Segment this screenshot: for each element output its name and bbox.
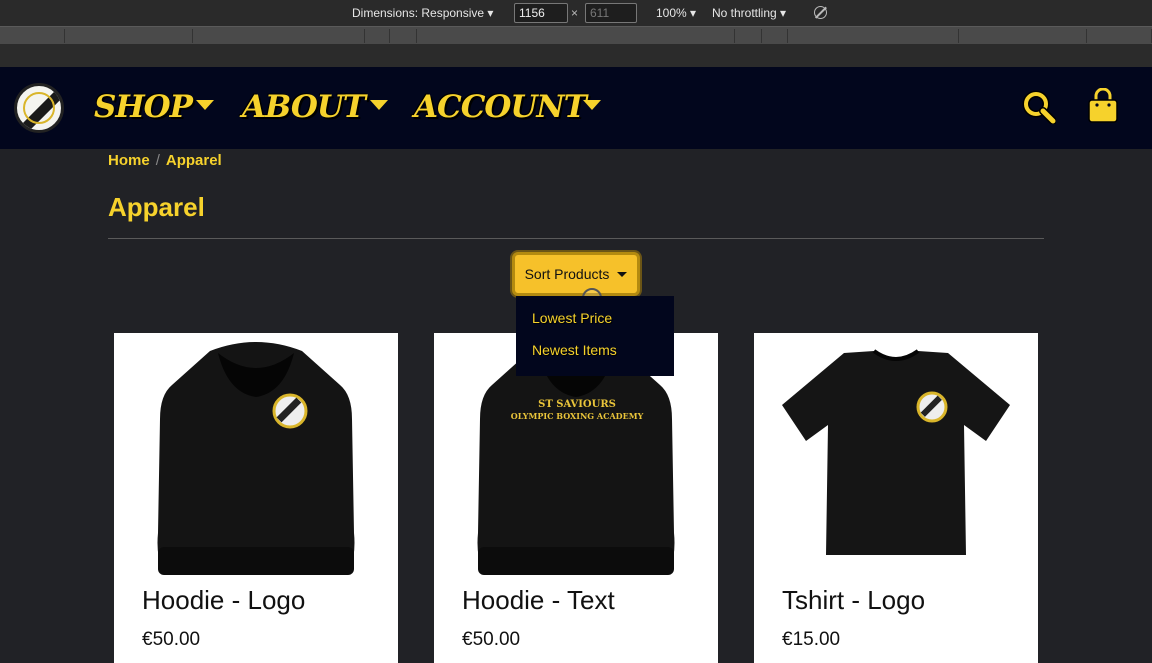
- title-divider: [108, 238, 1044, 239]
- nav-account[interactable]: ACCOUNT: [414, 89, 587, 125]
- print-line2: OLYMPIC BOXING ACADEMY: [511, 411, 644, 421]
- media-query-ruler: [0, 26, 1152, 44]
- devtools-toolbar: Dimensions: Responsive ▾ 1156 × 611 100%…: [0, 0, 1152, 26]
- rotate-icon[interactable]: [814, 6, 827, 19]
- shopping-bag-icon[interactable]: [1086, 88, 1120, 124]
- page-title: Apparel: [108, 192, 205, 222]
- throttling-dropdown[interactable]: No throttling ▾: [712, 6, 786, 20]
- chevron-down-icon[interactable]: [370, 100, 388, 110]
- sort-option-newest-items[interactable]: Newest Items: [516, 342, 674, 374]
- product-card[interactable]: Hoodie - Logo €50.00: [114, 333, 398, 663]
- sort-dropdown-menu: Lowest Price Newest Items: [516, 296, 674, 376]
- times-separator: ×: [571, 6, 579, 20]
- height-input[interactable]: 611: [585, 3, 637, 23]
- chevron-down-icon[interactable]: [196, 100, 214, 110]
- sort-products-button[interactable]: Sort Products: [512, 252, 640, 296]
- breadcrumb-home[interactable]: Home: [108, 152, 150, 169]
- devtools-gap: [0, 44, 1152, 67]
- search-icon[interactable]: [1022, 90, 1056, 124]
- product-card[interactable]: Tshirt - Logo €15.00: [754, 333, 1038, 663]
- caret-down-icon: [617, 271, 628, 277]
- breadcrumb: Home / Apparel: [108, 152, 222, 169]
- product-price: €50.00: [462, 629, 521, 650]
- tshirt-logo-image[interactable]: [754, 333, 1038, 583]
- hoodie-logo-image[interactable]: [114, 333, 398, 583]
- product-price: €15.00: [782, 629, 841, 650]
- product-card[interactable]: ST SAVIOURS OLYMPIC BOXING ACADEMY Hoodi…: [434, 333, 718, 663]
- width-input[interactable]: 1156: [514, 3, 568, 23]
- nav-shop[interactable]: SHOP: [94, 89, 193, 125]
- breadcrumb-current: Apparel: [165, 152, 222, 169]
- site-header: SHOP ABOUT ACCOUNT: [0, 67, 1152, 149]
- product-name[interactable]: Hoodie - Text: [462, 585, 615, 616]
- breadcrumb-separator: /: [155, 152, 160, 169]
- product-price: €50.00: [142, 629, 201, 650]
- sort-option-lowest-price[interactable]: Lowest Price: [516, 310, 674, 342]
- zoom-dropdown[interactable]: 100% ▾: [656, 6, 696, 20]
- product-name[interactable]: Tshirt - Logo: [782, 585, 925, 616]
- print-line1: ST SAVIOURS: [538, 399, 616, 410]
- chevron-down-icon[interactable]: [583, 100, 601, 110]
- nav-about[interactable]: ABOUT: [242, 89, 366, 125]
- dimensions-dropdown[interactable]: Dimensions: Responsive ▾: [352, 6, 493, 20]
- club-logo[interactable]: [14, 83, 64, 133]
- product-name[interactable]: Hoodie - Logo: [142, 585, 305, 616]
- sort-label: Sort Products: [524, 266, 610, 282]
